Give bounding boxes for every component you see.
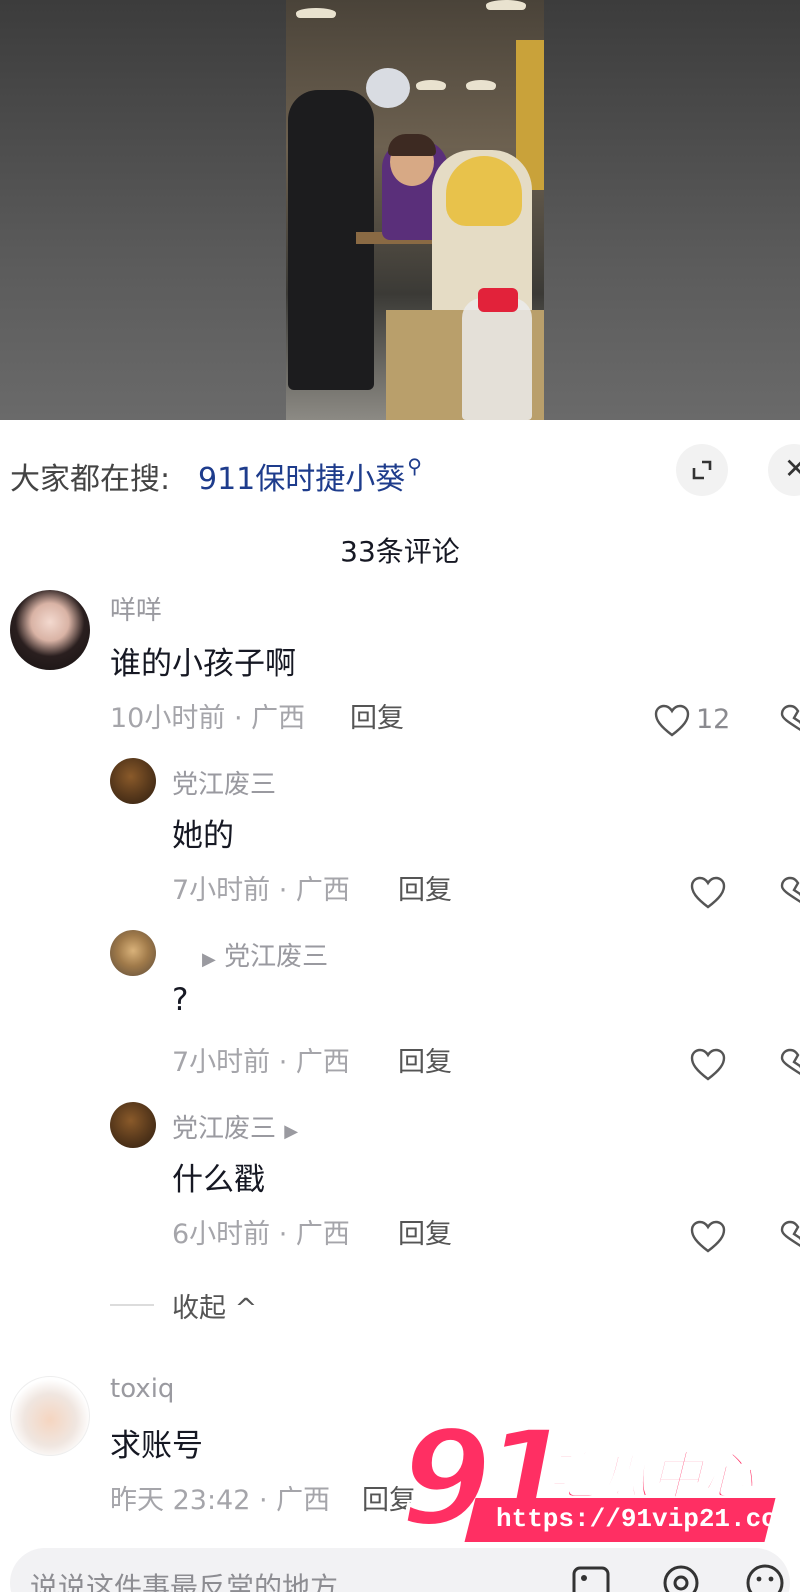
reply-arrow-icon: ▶ [202,949,216,970]
reply-username[interactable]: 党江废三 [172,764,276,801]
reply-button[interactable]: 回复 [398,868,452,907]
close-button[interactable]: ✕ [768,444,800,496]
expand-icon [692,460,712,480]
heart-icon[interactable] [690,1048,726,1082]
reply-meta: 7小时前 · 广西 [172,1047,350,1078]
dislike-icon[interactable] [780,876,800,910]
comment-input-placeholder[interactable]: 说说这件事最反常的地方 [30,1566,338,1592]
video-player[interactable] [0,0,800,420]
avatar[interactable] [110,758,156,804]
dislike-icon[interactable] [780,1220,800,1254]
comment-text: 谁的小孩子啊 [110,646,296,682]
comment-text: 求账号 [110,1428,203,1464]
reply-button[interactable]: 回复 [350,696,404,735]
expand-button[interactable] [676,444,728,496]
comment-username[interactable]: 咩咩 [110,590,162,627]
search-suggestion-prefix: 大家都在搜: [10,462,171,497]
avatar[interactable] [10,590,90,670]
reply-text: ? [172,982,189,1018]
watermark-logo: 91 吃瓜中心 https://91vip21.com [398,1400,800,1570]
close-icon: ✕ [784,452,800,485]
collapse-replies-button[interactable]: 收起 ^ [172,1286,257,1325]
reply-arrow-icon: ▶ [284,1121,299,1142]
collapse-divider [110,1304,154,1306]
dislike-icon[interactable] [780,704,800,738]
comment-meta: 10小时前 · 广西 [110,703,306,734]
reply-meta: 6小时前 · 广西 [172,1219,350,1250]
heart-icon[interactable] [654,704,690,738]
reply-meta: 7小时前 · 广西 [172,875,350,906]
heart-icon[interactable] [690,1220,726,1254]
reply-button[interactable]: 回复 [398,1212,452,1251]
heart-icon[interactable] [690,876,726,910]
comment-meta: 昨天 23:42 · 广西 [110,1485,331,1516]
comment-count-title: 33条评论 [340,535,460,568]
reply-text: 什么戳 [172,1162,265,1198]
video-frame [286,0,544,420]
avatar[interactable] [110,930,156,976]
search-suggestion-term[interactable]: 911保时捷小葵 ⚲ [198,454,422,498]
comment-username[interactable]: toxiq [110,1374,174,1404]
avatar[interactable] [110,1102,156,1148]
reply-text: 她的 [172,818,234,854]
avatar[interactable] [10,1376,90,1456]
reply-username[interactable]: 党江废三 ▶ [172,1108,298,1145]
dislike-icon[interactable] [780,1048,800,1082]
search-suggestion-row: 大家都在搜: 911保时捷小葵 ⚲ ✕ [0,432,800,520]
watermark-url: https://91vip21.com [496,1504,793,1534]
search-icon: ⚲ [407,454,422,478]
reply-button[interactable]: 回复 [398,1040,452,1079]
reply-target[interactable]: ▶ 党江废三 [202,936,328,973]
like-count: 12 [696,704,731,735]
